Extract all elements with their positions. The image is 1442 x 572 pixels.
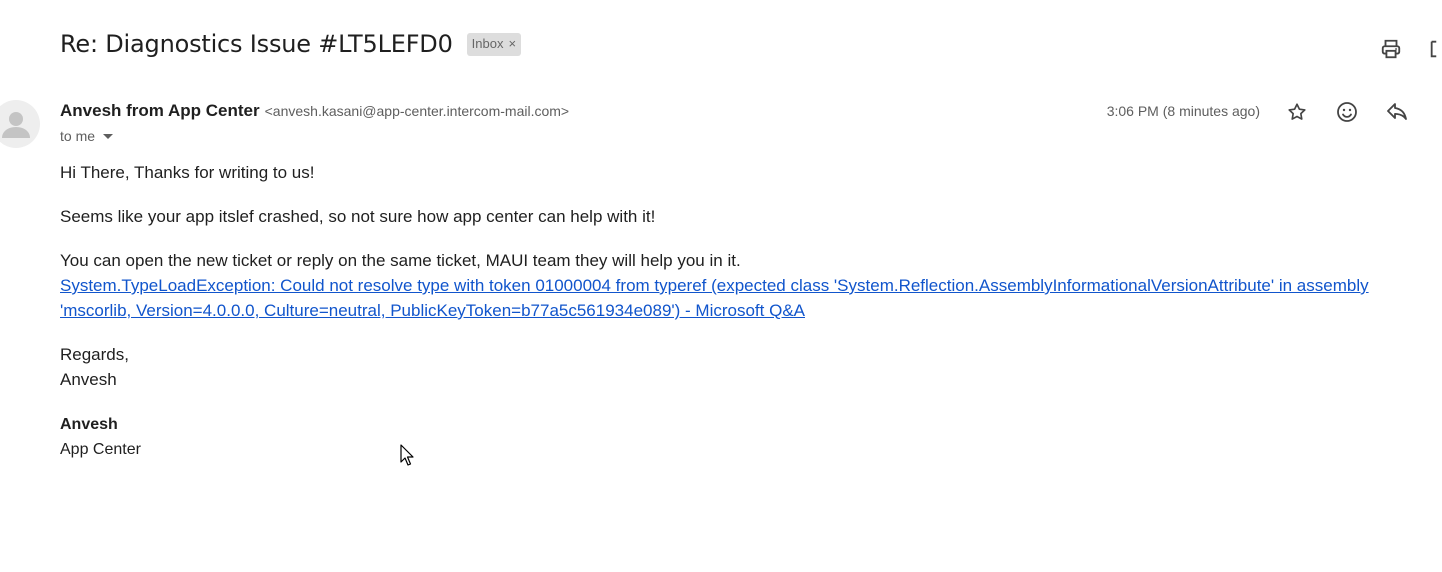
open-in-new-window-icon[interactable] — [1426, 36, 1442, 62]
print-icon[interactable] — [1378, 36, 1404, 62]
signature-name: Anvesh — [60, 416, 118, 433]
signature-organization: App Center — [60, 441, 141, 458]
inbox-label-chip[interactable]: Inbox × — [466, 32, 522, 56]
microsoft-qa-link[interactable]: System.TypeLoadException: Could not reso… — [60, 273, 1420, 323]
message-body: Hi There, Thanks for writing to us! Seem… — [60, 160, 1420, 462]
label-chip-text: Inbox — [471, 36, 504, 51]
star-icon[interactable] — [1284, 99, 1310, 125]
recipient-text: to me — [60, 128, 96, 144]
default-avatar-icon — [2, 112, 30, 138]
message-actions — [1260, 99, 1410, 125]
thread-actions — [1378, 36, 1442, 62]
sender-name[interactable]: Anvesh from App Center — [60, 101, 260, 121]
email-subject: Re: Diagnostics Issue #LT5LEFD0 — [60, 30, 453, 58]
greeting-text: Hi There, Thanks for writing to us! — [60, 163, 315, 182]
email-view: Re: Diagnostics Issue #LT5LEFD0 Inbox × — [0, 0, 1442, 572]
closing-text: Regards, — [60, 345, 129, 364]
body-paragraph-2: You can open the new ticket or reply on … — [60, 251, 741, 270]
subject-row: Re: Diagnostics Issue #LT5LEFD0 Inbox × — [60, 30, 522, 58]
recipient-details-toggle[interactable]: to me — [60, 128, 114, 144]
body-paragraph-1: Seems like your app itslef crashed, so n… — [60, 207, 656, 226]
message-time: 3:06 PM (8 minutes ago) — [1106, 103, 1260, 119]
reply-icon[interactable] — [1384, 99, 1410, 125]
emoji-reaction-icon[interactable] — [1334, 99, 1360, 125]
remove-label-button[interactable]: × — [508, 36, 516, 51]
caret-down-icon[interactable] — [103, 133, 114, 139]
sender-avatar[interactable] — [0, 100, 40, 148]
sender-row: Anvesh from App Center <anvesh.kasani@ap… — [60, 101, 569, 121]
sender-email[interactable]: <anvesh.kasani@app-center.intercom-mail.… — [265, 103, 569, 119]
mouse-cursor-icon — [400, 444, 414, 471]
closing-name: Anvesh — [60, 370, 117, 389]
